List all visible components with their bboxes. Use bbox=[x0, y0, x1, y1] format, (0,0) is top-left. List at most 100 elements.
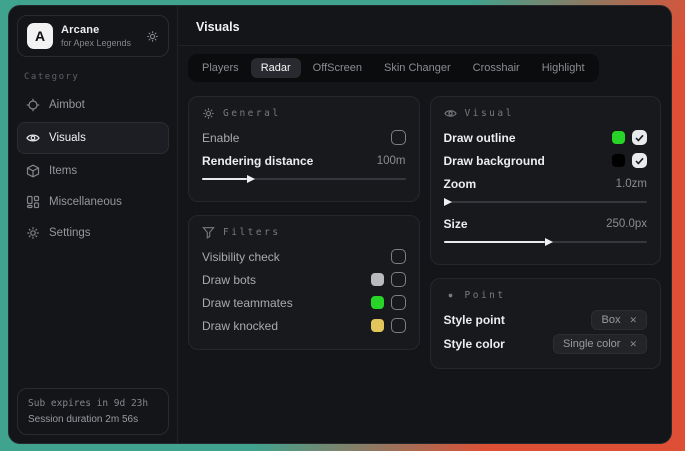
sidebar-item-label: Settings bbox=[49, 227, 91, 239]
enable-checkbox[interactable] bbox=[391, 130, 406, 145]
draw-knocked-color-swatch[interactable] bbox=[371, 319, 384, 332]
visual-panel-head: Visual bbox=[444, 107, 648, 120]
sidebar-item-label: Aimbot bbox=[49, 99, 85, 111]
zoom-value: 1.0zm bbox=[616, 178, 647, 190]
slider-fill bbox=[444, 241, 546, 243]
visibility-check-row: Visibility check bbox=[202, 245, 406, 268]
style-point-label: Style point bbox=[444, 313, 505, 327]
style-color-value: Single color bbox=[563, 338, 620, 350]
crosshair-icon bbox=[26, 98, 40, 112]
tabbar-wrap: Players Radar OffScreen Skin Changer Cro… bbox=[178, 46, 671, 86]
brand-card: A Arcane for Apex Legends bbox=[17, 15, 169, 57]
slider-thumb[interactable] bbox=[444, 198, 452, 206]
subscription-info-card: Sub expires in 9d 23h Session duration 2… bbox=[17, 388, 169, 435]
style-point-value: Box bbox=[601, 314, 620, 326]
slider-fill bbox=[202, 178, 247, 180]
left-column: General Enable Rendering distance 100m bbox=[188, 96, 420, 350]
panel-title: Visual bbox=[465, 108, 514, 119]
main-area: Visuals Players Radar OffScreen Skin Cha… bbox=[178, 6, 671, 443]
sidebar-nav: Aimbot Visuals Items bbox=[17, 91, 169, 247]
draw-knocked-checkbox[interactable] bbox=[391, 318, 406, 333]
point-panel: Point Style point Box ✕ Style color Sing… bbox=[430, 278, 662, 369]
sidebar-item-label: Visuals bbox=[49, 132, 86, 144]
sidebar: A Arcane for Apex Legends Category bbox=[9, 6, 178, 443]
sidebar-item-aimbot[interactable]: Aimbot bbox=[17, 91, 169, 119]
main-header: Visuals bbox=[178, 6, 671, 46]
style-color-select[interactable]: Single color ✕ bbox=[553, 334, 647, 354]
app-window: A Arcane for Apex Legends Category bbox=[8, 5, 672, 444]
visual-panel: Visual Draw outline Draw background bbox=[430, 96, 662, 265]
cube-icon bbox=[26, 164, 40, 178]
slider-track bbox=[444, 201, 648, 203]
eye-icon bbox=[444, 107, 457, 120]
sub-expires-text: Sub expires in 9d 23h bbox=[28, 398, 158, 409]
content: General Enable Rendering distance 100m bbox=[178, 86, 671, 369]
draw-knocked-row: Draw knocked bbox=[202, 314, 406, 337]
rendering-distance-row: Rendering distance 100m bbox=[202, 149, 406, 172]
zoom-label: Zoom bbox=[444, 177, 477, 191]
tab-skin-changer[interactable]: Skin Changer bbox=[374, 58, 461, 78]
app-logo: A bbox=[27, 23, 53, 49]
panel-title: Point bbox=[465, 290, 506, 301]
draw-teammates-checkbox[interactable] bbox=[391, 295, 406, 310]
slider-thumb[interactable] bbox=[247, 175, 255, 183]
sidebar-item-settings[interactable]: Settings bbox=[17, 219, 169, 247]
draw-outline-checkbox[interactable] bbox=[632, 130, 647, 145]
style-color-row: Style color Single color ✕ bbox=[444, 332, 648, 356]
funnel-icon bbox=[202, 226, 215, 239]
gear-icon bbox=[26, 226, 40, 240]
draw-outline-label: Draw outline bbox=[444, 131, 516, 145]
size-row: Size 250.0px bbox=[444, 212, 648, 235]
right-column: Visual Draw outline Draw background bbox=[430, 96, 662, 369]
draw-background-color-swatch[interactable] bbox=[612, 154, 625, 167]
rendering-distance-slider[interactable] bbox=[202, 175, 406, 183]
visibility-check-checkbox[interactable] bbox=[391, 249, 406, 264]
slider-track bbox=[444, 241, 648, 243]
size-value: 250.0px bbox=[606, 218, 647, 230]
app-name: Arcane bbox=[61, 24, 138, 36]
tab-highlight[interactable]: Highlight bbox=[532, 58, 595, 78]
point-icon bbox=[444, 289, 457, 302]
draw-bots-row: Draw bots bbox=[202, 268, 406, 291]
general-panel: General Enable Rendering distance 100m bbox=[188, 96, 420, 202]
sidebar-item-items[interactable]: Items bbox=[17, 157, 169, 185]
style-point-select[interactable]: Box ✕ bbox=[591, 310, 647, 330]
app-subtitle: for Apex Legends bbox=[61, 38, 138, 48]
draw-outline-color-swatch[interactable] bbox=[612, 131, 625, 144]
tab-players[interactable]: Players bbox=[192, 58, 249, 78]
draw-background-checkbox[interactable] bbox=[632, 153, 647, 168]
sidebar-item-label: Miscellaneous bbox=[49, 196, 122, 208]
slider-track bbox=[202, 178, 406, 180]
panel-title: Filters bbox=[223, 227, 281, 238]
page-title: Visuals bbox=[196, 20, 653, 34]
slider-thumb[interactable] bbox=[545, 238, 553, 246]
close-icon[interactable]: ✕ bbox=[629, 339, 637, 350]
draw-background-row: Draw background bbox=[444, 149, 648, 172]
draw-teammates-label: Draw teammates bbox=[202, 296, 293, 310]
point-panel-head: Point bbox=[444, 289, 648, 302]
close-icon[interactable]: ✕ bbox=[629, 315, 637, 326]
draw-teammates-row: Draw teammates bbox=[202, 291, 406, 314]
draw-bots-color-swatch[interactable] bbox=[371, 273, 384, 286]
sidebar-item-visuals[interactable]: Visuals bbox=[17, 122, 169, 154]
draw-bots-label: Draw bots bbox=[202, 273, 256, 287]
visibility-check-label: Visibility check bbox=[202, 250, 280, 264]
session-duration-text: Session duration 2m 56s bbox=[28, 414, 158, 425]
zoom-row: Zoom 1.0zm bbox=[444, 172, 648, 195]
settings-gear-icon[interactable] bbox=[146, 30, 159, 43]
enable-row: Enable bbox=[202, 126, 406, 149]
draw-outline-row: Draw outline bbox=[444, 126, 648, 149]
enable-label: Enable bbox=[202, 131, 239, 145]
tab-radar[interactable]: Radar bbox=[251, 58, 301, 78]
tab-crosshair[interactable]: Crosshair bbox=[463, 58, 530, 78]
tab-offscreen[interactable]: OffScreen bbox=[303, 58, 372, 78]
size-slider[interactable] bbox=[444, 238, 648, 246]
zoom-slider[interactable] bbox=[444, 198, 648, 206]
tabbar: Players Radar OffScreen Skin Changer Cro… bbox=[188, 54, 599, 82]
sidebar-item-miscellaneous[interactable]: Miscellaneous bbox=[17, 188, 169, 216]
style-color-label: Style color bbox=[444, 337, 505, 351]
rendering-distance-value: 100m bbox=[377, 155, 406, 167]
draw-bots-checkbox[interactable] bbox=[391, 272, 406, 287]
filters-panel-head: Filters bbox=[202, 226, 406, 239]
draw-teammates-color-swatch[interactable] bbox=[371, 296, 384, 309]
